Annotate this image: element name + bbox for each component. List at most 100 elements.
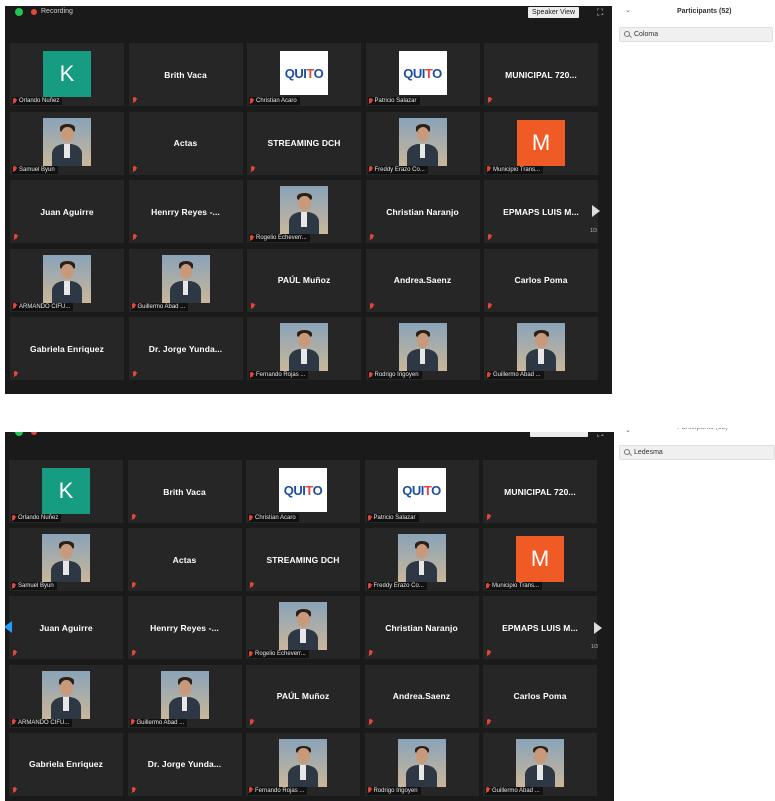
participant-tile[interactable]: MUNICIPAL 720...: [484, 43, 598, 106]
muted-mic-icon: [368, 371, 374, 379]
muted-mic-icon: [487, 302, 493, 310]
logo-text: QUITO: [283, 482, 323, 498]
previous-page-arrow-icon[interactable]: [5, 621, 12, 633]
next-page-arrow-icon[interactable]: [592, 205, 600, 217]
participant-tile[interactable]: EPMAPS LUIS M...: [483, 596, 597, 660]
video-shirt: [182, 280, 189, 296]
participant-name: Dr. Jorge Yunda...: [148, 343, 223, 354]
participant-tile[interactable]: Rodrigo Irigoyen: [365, 317, 480, 380]
muted-mic-icon: [369, 302, 375, 310]
participant-tile[interactable]: Actas: [128, 111, 243, 175]
video-head: [61, 127, 74, 143]
participant-tile[interactable]: STREAMING DCH: [247, 111, 361, 175]
participant-video: [517, 323, 565, 371]
participant-tile[interactable]: Juan Aguirre: [9, 596, 123, 660]
avatar: M: [516, 536, 564, 583]
participant-tile[interactable]: Dr. Jorge Yunda...: [128, 317, 243, 380]
participant-tile[interactable]: Samuel Byun: [9, 528, 123, 592]
participant-tile[interactable]: Guillermo Abad ...: [483, 732, 597, 796]
participant-tile[interactable]: Brith Vaca: [127, 460, 242, 523]
video-head: [297, 748, 310, 764]
video-shirt: [418, 765, 425, 780]
video-head: [416, 127, 430, 143]
page-indicator: 1/3: [590, 228, 597, 234]
video-head: [179, 264, 193, 280]
participant-label: ARMANDO CIFU...: [19, 303, 71, 310]
participant-name: Carlos Poma: [513, 691, 567, 702]
collapse-caret-icon[interactable]: ⌄: [625, 426, 631, 434]
name-label: Rodrigo Irigoyen: [367, 371, 422, 379]
participant-tile[interactable]: Christian Naranjo: [365, 180, 480, 243]
participant-name: Actas: [172, 554, 197, 565]
participant-tile[interactable]: Brith Vaca: [128, 43, 243, 106]
participant-tile[interactable]: STREAMING DCH: [246, 528, 360, 592]
fullscreen-icon[interactable]: ⛶: [597, 432, 607, 438]
next-page-arrow-icon[interactable]: [594, 622, 602, 634]
video-head: [61, 264, 74, 280]
participant-tile[interactable]: Andrea.Saenz: [365, 248, 480, 312]
participant-tile[interactable]: K Orlando Nuñez: [9, 460, 123, 523]
video-shirt: [419, 143, 426, 159]
participant-tile[interactable]: EPMAPS LUIS M...: [484, 180, 598, 243]
participant-tile[interactable]: Freddy Erazo Co...: [365, 111, 480, 175]
security-shield-icon[interactable]: [15, 8, 23, 16]
participant-tile[interactable]: Andrea.Saenz: [364, 664, 479, 728]
muted-mic-icon: [486, 718, 492, 726]
video-head: [297, 611, 310, 628]
participant-tile[interactable]: Freddy Erazo Co...: [364, 528, 479, 592]
speaker-view-button[interactable]: [530, 432, 588, 437]
participant-search-input[interactable]: Ledesma: [619, 445, 775, 460]
participant-tile[interactable]: Rodrigo Irigoyen: [364, 732, 479, 796]
participant-tile[interactable]: Rogelio Echeverr...: [247, 180, 361, 243]
participant-tile[interactable]: QUITO Patricio Salazar: [364, 460, 479, 523]
participant-tile[interactable]: MUNICIPAL 720...: [483, 460, 597, 523]
participant-tile[interactable]: Guillermo Abad ...: [128, 248, 243, 312]
participant-tile[interactable]: Dr. Jorge Yunda...: [127, 732, 242, 796]
participant-tile[interactable]: Rogelio Echeverr...: [246, 596, 360, 660]
muted-mic-icon: [132, 371, 138, 378]
participant-tile[interactable]: Henrry Reyes -...: [127, 596, 242, 660]
fullscreen-icon[interactable]: ⛶: [597, 7, 607, 17]
participant-tile[interactable]: Gabriela Enriquez: [10, 317, 124, 380]
participant-video: [516, 738, 564, 787]
logo-prefix: QUI: [283, 482, 306, 498]
security-shield-icon[interactable]: [15, 432, 23, 436]
top-toolbar: Recording Speaker View ⛶: [5, 6, 612, 20]
participant-tile[interactable]: Actas: [127, 528, 242, 592]
participant-search-input[interactable]: Coloma: [619, 27, 773, 42]
participant-tile[interactable]: Henrry Reyes -...: [128, 180, 243, 243]
participants-panel-top: ⌄ Participants (52) Coloma: [617, 0, 775, 60]
participant-tile[interactable]: QUITO Christian Acaro: [246, 460, 360, 523]
participant-tile[interactable]: Gabriela Enriquez: [9, 732, 123, 796]
name-label: Municipio Trans...: [486, 165, 544, 174]
muted-mic-icon: [485, 787, 491, 794]
speaker-view-button[interactable]: Speaker View: [528, 7, 580, 18]
participant-tile[interactable]: PAÚL Muñoz: [247, 248, 361, 312]
search-icon: [624, 31, 630, 37]
collapse-caret-icon[interactable]: ⌄: [625, 6, 631, 14]
participant-tile[interactable]: Guillermo Abad ...: [127, 664, 242, 728]
participant-tile[interactable]: Fernando Rojas ...: [246, 732, 360, 796]
participant-tile[interactable]: ARMANDO CIFU...: [10, 248, 124, 312]
video-head: [416, 332, 430, 348]
participant-tile[interactable]: Christian Naranjo: [364, 596, 479, 660]
muted-mic-icon: [486, 371, 492, 379]
participant-tile[interactable]: Samuel Byun: [10, 111, 124, 175]
meeting-window-top: Recording Speaker View ⛶ K Orlando Nuñez B…: [5, 6, 612, 394]
muted-mic-icon: [249, 234, 255, 242]
participant-tile[interactable]: Carlos Poma: [484, 248, 598, 312]
participant-tile[interactable]: Carlos Poma: [483, 664, 597, 728]
participant-tile[interactable]: Juan Aguirre: [10, 180, 124, 243]
participant-tile[interactable]: PAÚL Muñoz: [246, 664, 360, 728]
participant-tile[interactable]: M Municipio Trans...: [484, 111, 598, 175]
participant-tile[interactable]: K Orlando Nuñez: [10, 43, 124, 106]
participant-tile[interactable]: ARMANDO CIFU...: [9, 664, 123, 728]
participant-tile[interactable]: M Municipio Trans...: [483, 528, 597, 592]
participant-tile[interactable]: Guillermo Abad ...: [484, 317, 598, 380]
participant-tile[interactable]: QUITO Patricio Salazar: [365, 43, 480, 106]
participant-tile[interactable]: Fernando Rojas ...: [247, 317, 361, 380]
video-head: [178, 680, 192, 696]
participant-tile[interactable]: QUITO Christian Acaro: [247, 43, 361, 106]
muted-mic-icon: [368, 718, 374, 726]
muted-mic-icon: [11, 514, 17, 522]
